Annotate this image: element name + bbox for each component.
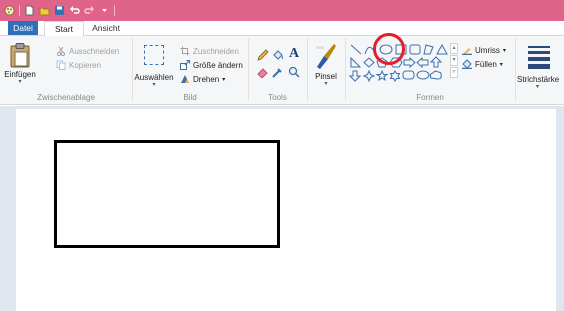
diamond-shape-icon: [363, 57, 375, 68]
cut-button[interactable]: Ausschneiden: [56, 45, 119, 57]
crop-label: Zuschneiden: [193, 46, 239, 56]
paste-button[interactable]: Einfügen ▾: [2, 42, 38, 85]
right-arrow-shape-icon: [403, 56, 416, 69]
image-group-label: Bild: [183, 93, 197, 102]
up-arrow-shape-icon: [429, 56, 443, 68]
chevron-down-icon: ▾: [324, 81, 328, 87]
color-picker-icon[interactable]: [272, 66, 284, 78]
clipboard-group-label: Zwischenablage: [37, 93, 95, 102]
qat-separator: [114, 5, 115, 16]
shapes-gallery[interactable]: [349, 43, 461, 85]
outline-label: Umriss: [475, 45, 500, 55]
crop-icon: [180, 46, 190, 56]
paint-app-icon[interactable]: [4, 5, 15, 16]
redo-icon[interactable]: [84, 5, 95, 16]
group-divider: [515, 38, 516, 100]
rotate-button[interactable]: Drehen ▾: [180, 73, 225, 85]
eraser-icon[interactable]: [257, 66, 269, 78]
shapes-expand[interactable]: ▿: [450, 67, 458, 78]
ribbon-tabs: Datei Start Ansicht: [0, 21, 564, 36]
clipboard-group: Einfügen ▾ Ausschneiden Kopieren Zwische…: [0, 36, 132, 104]
resize-button[interactable]: Größe ändern: [180, 59, 243, 71]
image-group: Auswählen ▾ Zuschneiden Größe ändern Dre…: [133, 36, 247, 104]
down-arrow-shape-icon: [349, 70, 362, 82]
stroke-size-icon: [528, 46, 550, 69]
polygon-shape-icon: [423, 44, 434, 55]
left-arrow-shape-icon: [416, 56, 429, 69]
size-button[interactable]: Strichstärke ▾: [517, 42, 564, 90]
group-divider: [307, 38, 308, 100]
shapes-group-label: Formen: [416, 93, 444, 102]
chevron-down-icon: ▾: [222, 76, 226, 83]
five-point-star-shape-icon: [375, 69, 389, 82]
oval-callout-shape-icon: [416, 70, 430, 80]
highlight-circle: [373, 33, 405, 65]
chevron-down-icon: ▾: [499, 61, 503, 68]
brush-icon: [316, 44, 336, 69]
four-point-star-shape-icon: [362, 69, 376, 83]
rotate-icon: [181, 75, 189, 83]
chevron-down-icon: ▾: [536, 84, 540, 90]
tools-group: A Tools: [249, 36, 306, 104]
title-bar: [0, 0, 564, 21]
tools-group-label: Tools: [268, 93, 287, 102]
open-folder-icon[interactable]: [39, 5, 50, 16]
resize-label: Größe ändern: [193, 60, 243, 70]
tab-file[interactable]: Datei: [8, 21, 38, 35]
quick-access-toolbar: [4, 4, 115, 17]
copy-icon: [56, 60, 66, 70]
triangle-shape-icon: [436, 43, 448, 55]
scissors-icon: [56, 46, 66, 56]
chevron-down-icon: ▾: [18, 79, 22, 85]
rotate-label: Drehen: [193, 74, 220, 84]
drawn-rectangle: [54, 140, 280, 248]
copy-label: Kopieren: [69, 60, 102, 70]
fill-button[interactable]: Füllen ▾: [462, 58, 503, 70]
resize-icon: [180, 60, 190, 70]
canvas-area: [0, 106, 564, 311]
drawing-canvas[interactable]: [16, 109, 556, 311]
line-shape-icon: [350, 44, 362, 55]
cut-label: Ausschneiden: [69, 46, 120, 56]
six-point-star-shape-icon: [389, 70, 401, 82]
customize-qat-icon[interactable]: [99, 5, 110, 16]
text-tool-icon[interactable]: A: [289, 46, 299, 62]
shapes-scroll-down[interactable]: ▾: [450, 55, 458, 66]
copy-button[interactable]: Kopieren: [56, 59, 101, 71]
fill-bucket-icon[interactable]: [272, 49, 284, 61]
brush-label: Pinsel: [315, 72, 337, 81]
cloud-callout-shape-icon: [429, 70, 442, 80]
shapes-scroll-up[interactable]: ▴: [450, 43, 458, 54]
tab-start[interactable]: Start: [44, 21, 84, 36]
rounded-rectangle-shape-icon: [409, 44, 421, 55]
brush-button[interactable]: Pinsel ▾: [309, 42, 343, 87]
select-button[interactable]: Auswählen ▾: [133, 42, 175, 88]
chevron-down-icon: ▾: [502, 47, 506, 54]
right-triangle-shape-icon: [350, 56, 362, 68]
shapes-group: ▴ ▾ ▿ Umriss ▾ Füllen ▾ Formen: [346, 36, 514, 104]
qat-separator: [19, 5, 20, 16]
magnifier-icon[interactable]: [288, 66, 300, 78]
rounded-callout-shape-icon: [402, 70, 415, 80]
outline-brush-icon: [462, 48, 472, 55]
paste-icon: [10, 43, 30, 68]
new-file-icon[interactable]: [24, 5, 35, 16]
paste-label: Einfügen: [4, 70, 36, 79]
save-icon[interactable]: [54, 5, 65, 16]
select-label: Auswählen: [134, 73, 174, 82]
selection-rectangle-icon: [144, 45, 164, 65]
pencil-icon[interactable]: [257, 49, 269, 61]
fill-label: Füllen: [475, 59, 497, 69]
chevron-down-icon: ▾: [152, 82, 156, 88]
tab-view[interactable]: Ansicht: [86, 21, 126, 35]
outline-button[interactable]: Umriss ▾: [462, 44, 506, 56]
ribbon: Einfügen ▾ Ausschneiden Kopieren Zwische…: [0, 35, 564, 105]
undo-icon[interactable]: [69, 5, 80, 16]
size-label: Strichstärke: [517, 75, 560, 84]
fill-icon: [462, 59, 472, 69]
crop-button[interactable]: Zuschneiden: [180, 45, 239, 57]
